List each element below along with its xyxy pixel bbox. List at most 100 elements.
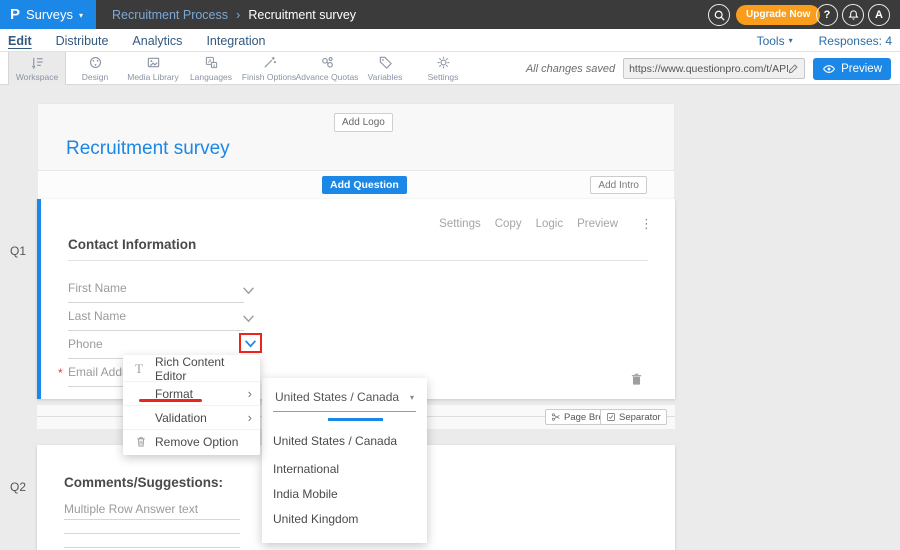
search-button[interactable] — [708, 4, 730, 26]
question-2-index: Q2 — [10, 480, 26, 494]
annotation-red-box[interactable] — [239, 333, 262, 353]
required-asterisk: * — [58, 366, 63, 380]
toolbar-item-media-library[interactable]: Media Library — [124, 52, 182, 85]
editor-toolbar: Workspace Design Media Library Aa Langua… — [0, 52, 900, 85]
add-question-band: Add Question Add Intro — [37, 171, 675, 199]
search-icon — [713, 9, 726, 22]
menu-item-validation[interactable]: Validation › — [123, 405, 260, 429]
breadcrumb-current: Recruitment survey — [248, 8, 356, 22]
chevron-down-icon: ▾ — [79, 11, 83, 20]
tab-integration[interactable]: Integration — [206, 34, 265, 48]
preview-label: Preview — [841, 63, 882, 75]
menu-item-remove-option[interactable]: Remove Option — [123, 429, 260, 453]
image-icon — [146, 55, 161, 70]
tools-menu[interactable]: Tools ▾ — [757, 34, 793, 48]
upgrade-now-button[interactable]: Upgrade Now — [736, 5, 820, 25]
bell-icon — [847, 9, 860, 22]
trash-outline-icon — [135, 435, 155, 448]
toolbar-item-settings[interactable]: Settings — [414, 52, 472, 85]
toolbar-item-advance-quotas[interactable]: Advance Quotas — [298, 52, 356, 85]
chevron-down-icon — [242, 286, 255, 295]
help-icon: ? — [824, 9, 831, 21]
delete-question-button[interactable] — [630, 372, 643, 386]
eye-icon — [822, 64, 836, 74]
breadcrumb-parent[interactable]: Recruitment Process — [112, 8, 228, 22]
format-option-international[interactable]: International — [273, 462, 339, 476]
survey-title[interactable]: Recruitment survey — [66, 138, 230, 160]
tabbar: Edit Distribute Analytics Integration To… — [0, 29, 900, 52]
answer-line — [64, 547, 240, 548]
tag-icon — [378, 55, 393, 70]
format-option-us-canada[interactable]: United States / Canada — [273, 434, 397, 448]
breadcrumb: Recruitment Process › Recruitment survey — [112, 0, 356, 29]
submenu-arrow-icon: › — [248, 410, 252, 425]
gear-icon — [436, 55, 451, 70]
tab-distribute[interactable]: Distribute — [56, 34, 109, 48]
question-logic-link[interactable]: Logic — [536, 218, 564, 230]
question-actions: Settings Copy Logic Preview ⋮ — [439, 216, 653, 232]
field-last-name[interactable]: Last Name — [68, 309, 244, 331]
format-option-india-mobile[interactable]: India Mobile — [273, 487, 338, 501]
topbar: P Surveys ▾ Recruitment Process › Recrui… — [0, 0, 900, 29]
toolbar-right: All changes saved https://www.questionpr… — [526, 52, 891, 85]
question-preview-link[interactable]: Preview — [577, 218, 618, 230]
surveys-menu[interactable]: P Surveys ▾ — [0, 0, 96, 29]
palette-icon — [88, 55, 103, 70]
notifications-button[interactable] — [842, 4, 864, 26]
toolbar-item-finish-options[interactable]: Finish Options — [240, 52, 298, 85]
survey-url-field[interactable]: https://www.questionpro.com/t/APNrFZ — [623, 58, 805, 79]
survey-url-value: https://www.questionpro.com/t/APNrFZ — [624, 63, 788, 75]
add-logo-button[interactable]: Add Logo — [334, 113, 393, 132]
phone-format-selected-value: United States / Canada — [275, 390, 399, 404]
tab-analytics[interactable]: Analytics — [132, 34, 182, 48]
toolbar-item-languages[interactable]: Aa Languages — [182, 52, 240, 85]
submenu-arrow-icon: › — [248, 386, 252, 401]
tab-edit[interactable]: Edit — [8, 34, 32, 48]
toolbar-item-design[interactable]: Design — [66, 52, 124, 85]
account-avatar[interactable]: A — [868, 4, 890, 26]
multirow-answer-placeholder[interactable]: Multiple Row Answer text — [64, 502, 198, 516]
preview-button[interactable]: Preview — [813, 58, 891, 80]
workspace-icon — [30, 55, 45, 70]
help-button[interactable]: ? — [816, 4, 838, 26]
phone-format-select[interactable]: United States / Canada ▾ — [273, 388, 416, 412]
annotation-red-underline — [139, 399, 202, 402]
format-option-united-kingdom[interactable]: United Kingdom — [273, 512, 358, 526]
toolbar-item-variables[interactable]: Variables — [356, 52, 414, 85]
toolbar-items: Workspace Design Media Library Aa Langua… — [8, 52, 472, 85]
text-format-icon: T — [135, 361, 155, 377]
add-question-button[interactable]: Add Question — [322, 176, 407, 194]
edit-url-button[interactable] — [788, 63, 804, 74]
breadcrumb-separator-icon: › — [236, 7, 240, 22]
questionpro-survey-editor: P Surveys ▾ Recruitment Process › Recrui… — [0, 0, 900, 550]
question-1-title[interactable]: Contact Information — [68, 237, 196, 252]
field-options-context-menu: T Rich Content Editor Format › Validatio… — [123, 355, 260, 455]
separator-icon — [606, 412, 616, 422]
question-settings-link[interactable]: Settings — [439, 218, 481, 230]
avatar-initial: A — [875, 9, 883, 21]
toolbar-item-workspace[interactable]: Workspace — [8, 52, 66, 85]
question-1-index: Q1 — [10, 244, 26, 258]
separator-button[interactable]: Separator — [600, 409, 667, 425]
phone-format-submenu: United States / Canada ▾ United States /… — [262, 378, 427, 543]
question-2-title[interactable]: Comments/Suggestions: — [64, 475, 223, 490]
main-tabs: Edit Distribute Analytics Integration — [8, 29, 266, 52]
submenu-accent-bar — [328, 418, 383, 421]
save-status: All changes saved — [526, 63, 615, 75]
chevron-down-icon: ▾ — [789, 36, 793, 45]
survey-header: Add Logo Recruitment survey — [37, 103, 675, 171]
kebab-menu-icon[interactable]: ⋮ — [640, 216, 653, 232]
chevron-down-icon — [244, 339, 257, 348]
magic-wand-icon — [262, 55, 277, 70]
add-intro-button[interactable]: Add Intro — [590, 176, 647, 194]
question-copy-link[interactable]: Copy — [495, 218, 522, 230]
field-first-name[interactable]: First Name — [68, 281, 244, 303]
separator-label: Separator — [619, 412, 661, 423]
tools-label: Tools — [757, 34, 785, 48]
quota-links-icon — [320, 55, 335, 70]
tabbar-right: Tools ▾ Responses: 4 — [757, 29, 892, 52]
first-name-dropdown-button[interactable] — [242, 286, 255, 295]
responses-count[interactable]: Responses: 4 — [819, 34, 892, 48]
last-name-dropdown-button[interactable] — [242, 314, 255, 323]
menu-item-rich-content-editor[interactable]: T Rich Content Editor — [123, 357, 260, 381]
